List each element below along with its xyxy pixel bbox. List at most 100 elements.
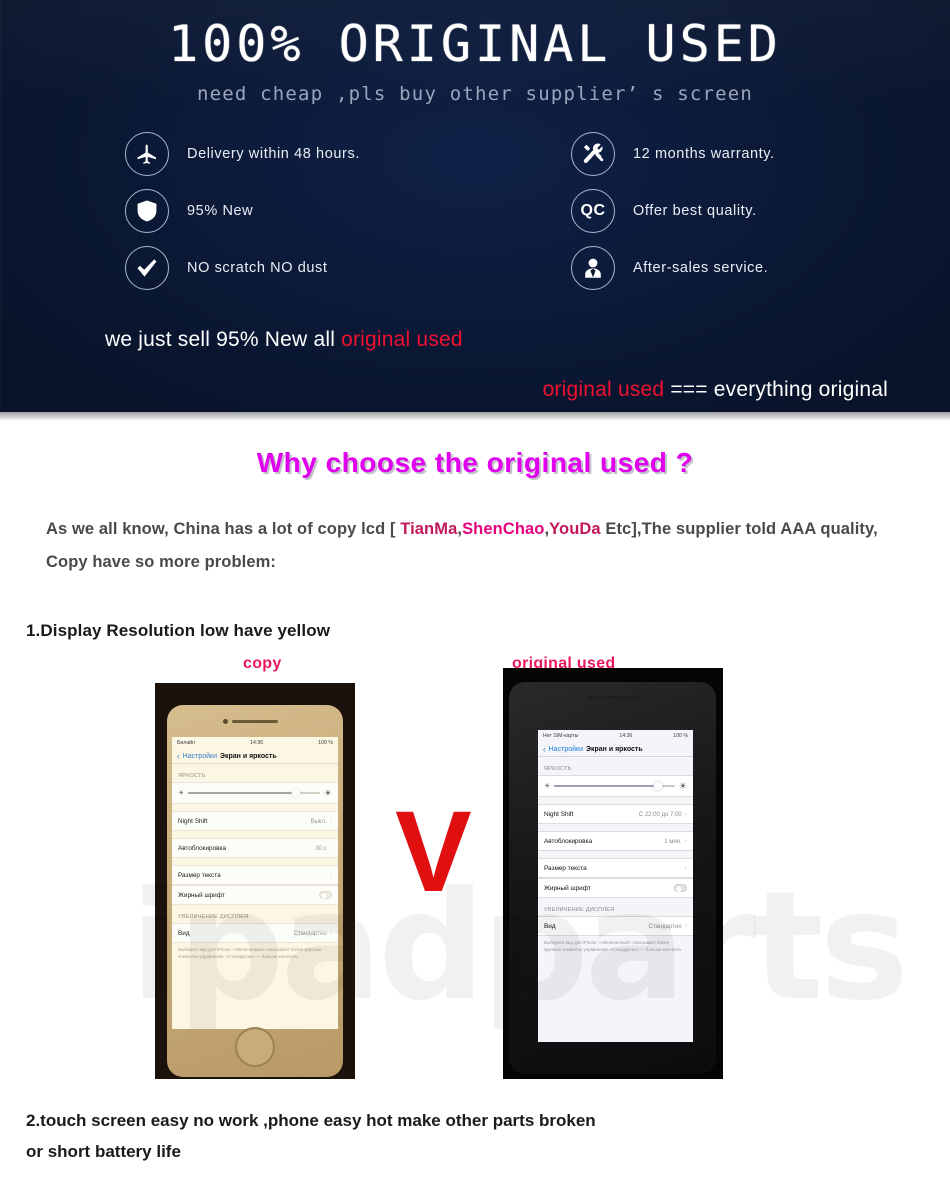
row-night-shift[interactable]: Night Shift С 22:00 до 7:00 › (538, 804, 693, 824)
tools-icon (571, 132, 615, 176)
brightness-slider[interactable] (554, 781, 675, 791)
row-label: Размер текста (544, 864, 587, 872)
intro-paragraph: As we all know, China has a lot of copy … (46, 513, 904, 579)
row-auto-lock[interactable]: Автоблокировка 1 мин. › (538, 831, 693, 851)
feature-label: 95% New (187, 203, 254, 219)
chevron-right-icon: › (684, 864, 687, 872)
slider-fill (188, 792, 297, 794)
row-value-group: Выкл. › (310, 818, 332, 825)
chevron-right-icon: › (329, 844, 332, 852)
chevron-right-icon: › (684, 922, 687, 930)
row-value: 1 мин. (664, 838, 682, 845)
brightness-slider-row[interactable]: ☀ ☀ (538, 775, 693, 797)
feature-label: After-sales service. (633, 260, 769, 276)
nav-back-label[interactable]: Настройки (183, 753, 217, 760)
brand-shenchao: ShenChao (462, 520, 545, 538)
point-1-heading: 1.Display Resolution low have yellow (26, 621, 331, 640)
shield-icon (125, 189, 169, 233)
view-footnote: Выберите вид для iPhone. «Увеличенный» п… (544, 940, 683, 952)
status-carrier: Билайн (177, 740, 195, 746)
phone-device-gold: Билайн 14:36 100 % ‹ Настройки Экран и я… (167, 705, 343, 1077)
section-display-zoom-header: УВЕЛИЧЕНИЕ ДИСПЛЕЯ (178, 914, 249, 920)
comparison-section: copy original used ipadparts Билайн 14:3… (0, 655, 950, 1095)
feature-label: Delivery within 48 hours. (187, 146, 360, 162)
feature-label: NO scratch NO dust (187, 260, 328, 276)
chevron-right-icon: › (329, 817, 332, 825)
equals-statement-rest: === everything original (664, 378, 888, 401)
feature-label: Offer best quality. (633, 203, 757, 219)
section-brightness-header: ЯРКОСТЬ (178, 773, 206, 779)
point-2-heading: 2.touch screen easy no work ,phone easy … (26, 1105, 950, 1168)
phone-screen: Билайн 14:36 100 % ‹ Настройки Экран и я… (172, 737, 338, 1029)
slider-knob[interactable] (291, 788, 301, 798)
support-agent-icon (571, 246, 615, 290)
feature-quality: QC Offer best quality. (475, 184, 825, 238)
row-text-size[interactable]: Размер текста › (172, 865, 338, 885)
row-value: Выкл. (310, 818, 327, 825)
sell-statement: we just sell 95% New all original used (105, 328, 950, 352)
banner-title: 100% ORIGINAL USED (168, 15, 782, 73)
slider-fill (554, 785, 659, 787)
chevron-right-icon: › (329, 929, 332, 937)
row-label: Автоблокировка (178, 844, 227, 852)
row-label: Night Shift (544, 810, 574, 818)
row-value-group: Стандартно › (294, 930, 332, 937)
point-2-line-1: 2.touch screen easy no work ,phone easy … (26, 1111, 596, 1130)
row-view[interactable]: Вид Стандартно › (172, 923, 338, 943)
row-bold-text[interactable]: Жирный шрифт (538, 878, 693, 898)
photo-copy-screen: Билайн 14:36 100 % ‹ Настройки Экран и я… (155, 683, 355, 1079)
brightness-slider[interactable] (188, 788, 320, 798)
bold-text-toggle[interactable] (674, 884, 687, 892)
ios-nav-bar: ‹ Настройки Экран и яркость (172, 749, 338, 764)
row-label: Вид (544, 922, 556, 930)
row-text-size[interactable]: Размер текста › (538, 858, 693, 878)
row-night-shift[interactable]: Night Shift Выкл. › (172, 811, 338, 831)
brand-tianma: TianMa (400, 520, 458, 538)
brightness-slider-row[interactable]: ☀ ☀ (172, 782, 338, 804)
row-view[interactable]: Вид Стандартно › (538, 916, 693, 936)
phone-device-black: Нет SIM-карты 14:36 100 % ‹ Настройки Эк… (509, 682, 716, 1074)
ios-nav-bar: ‹ Настройки Экран и яркость (538, 742, 693, 757)
banner-subtitle: need cheap ,pls buy other supplier’ s sc… (196, 83, 754, 105)
check-icon (125, 246, 169, 290)
nav-title: Экран и яркость (220, 752, 277, 760)
row-value-group: 1 мин. › (664, 838, 687, 845)
nav-back-label[interactable]: Настройки (549, 746, 583, 753)
status-battery: 100 % (673, 733, 688, 739)
feature-warranty: 12 months warranty. (475, 127, 825, 181)
row-label: Размер текста (178, 871, 221, 879)
row-value-group: Стандартно › (649, 923, 687, 930)
feature-label: 12 months warranty. (633, 146, 775, 162)
slider-knob[interactable] (653, 781, 663, 791)
home-button[interactable] (235, 1027, 275, 1067)
row-auto-lock[interactable]: Автоблокировка 30 с › (172, 838, 338, 858)
photo-original-screen: Нет SIM-карты 14:36 100 % ‹ Настройки Эк… (503, 668, 723, 1079)
feature-after-sales: After-sales service. (475, 241, 825, 295)
banner-drop-shadow (0, 412, 950, 421)
phone-screen: Нет SIM-карты 14:36 100 % ‹ Настройки Эк… (538, 730, 693, 1042)
row-label: Жирный шрифт (178, 891, 225, 899)
row-bold-text[interactable]: Жирный шрифт (172, 885, 338, 905)
front-camera-icon (223, 719, 228, 724)
bold-text-toggle[interactable] (319, 891, 332, 899)
chevron-right-icon: › (329, 871, 332, 879)
row-value: Стандартно (293, 930, 327, 937)
why-choose-title: Why choose the original used ? (256, 447, 694, 478)
earpiece-icon (585, 696, 640, 699)
ios-status-bar: Нет SIM-карты 14:36 100 % (538, 730, 693, 742)
row-value: С 22:00 до 7:00 (638, 811, 682, 818)
brand-youda: YouDa (549, 520, 601, 538)
row-label: Жирный шрифт (544, 884, 591, 892)
sell-statement-highlight: original used (341, 328, 463, 351)
promo-banner: 100% ORIGINAL USED need cheap ,pls buy o… (0, 0, 950, 412)
equals-statement-highlight: original used (542, 378, 665, 401)
row-label: Автоблокировка (544, 837, 593, 845)
sell-statement-plain: we just sell 95% New all (105, 328, 342, 351)
intro-part1: As we all know, China has a lot of copy … (46, 520, 401, 538)
back-chevron-icon[interactable]: ‹ (543, 745, 546, 754)
row-value-group: 30 с › (315, 845, 332, 852)
ios-status-bar: Билайн 14:36 100 % (172, 737, 338, 749)
back-chevron-icon[interactable]: ‹ (177, 752, 180, 761)
